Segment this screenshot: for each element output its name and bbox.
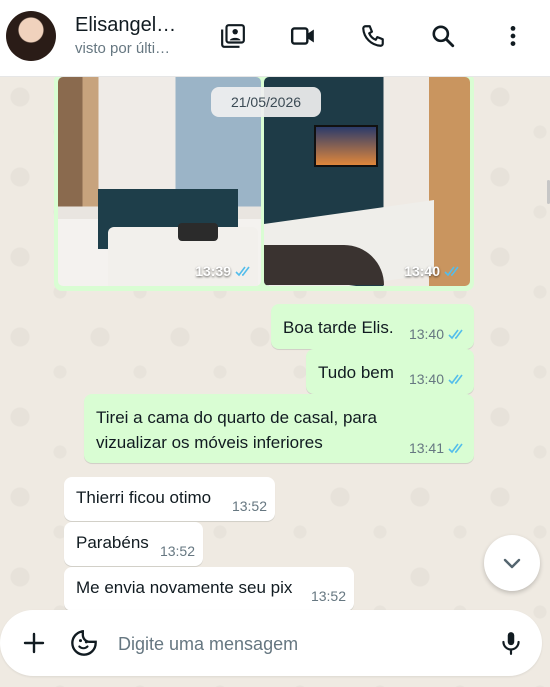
message-composer [0, 610, 542, 676]
message-bubble-incoming[interactable]: Parabéns 13:52 [64, 522, 203, 566]
message-text: Me envia novamente seu pix [76, 578, 293, 597]
message-meta: 13:52 [160, 543, 195, 559]
phone-icon[interactable] [359, 22, 387, 50]
date-separator: 21/05/2026 [211, 87, 321, 117]
message-meta: 13:52 [311, 588, 346, 604]
message-bubble-outgoing[interactable]: Tudo bem 13:40 [306, 349, 474, 394]
message-meta: 13:41 [409, 440, 466, 456]
photo-blanket [264, 245, 384, 285]
chevron-down-icon [503, 558, 521, 569]
message-bubble-outgoing[interactable]: Tirei a cama do quarto de casal, para vi… [84, 394, 474, 463]
photo-album-icon[interactable] [219, 22, 247, 50]
message-text: Boa tarde Elis. [283, 318, 394, 337]
message-time: 13:40 [408, 371, 444, 387]
message-bubble-outgoing[interactable]: Boa tarde Elis. 13:40 [271, 304, 474, 349]
attach-plus-icon[interactable] [20, 629, 48, 657]
read-receipt-icon [448, 329, 463, 340]
message-meta: 13:39 [195, 263, 253, 279]
message-time: 13:39 [195, 263, 231, 279]
message-meta: 13:52 [232, 498, 267, 514]
read-receipt-icon [444, 266, 459, 277]
video-call-icon[interactable] [289, 22, 317, 50]
chat-header: Elisangel… visto por últi… [0, 0, 550, 77]
message-time: 13:40 [404, 263, 440, 279]
message-text: Parabéns [76, 533, 149, 552]
read-receipt-icon [448, 443, 463, 454]
contact-avatar[interactable] [6, 11, 56, 61]
message-time: 13:41 [408, 440, 444, 456]
message-meta: 13:40 [409, 326, 466, 342]
photo-tv [314, 125, 378, 167]
message-time: 13:40 [408, 326, 444, 342]
sticker-icon[interactable] [70, 629, 98, 657]
contact-name[interactable]: Elisangel… [75, 14, 185, 37]
scroll-to-bottom-button[interactable] [484, 535, 540, 591]
message-text-line: Tirei a cama do quarto de casal, para [96, 408, 377, 427]
contact-status: visto por últi… [75, 40, 171, 57]
search-icon[interactable] [429, 22, 457, 50]
photo-pillow [178, 223, 218, 241]
message-bubble-incoming[interactable]: Thierri ficou otimo 13:52 [64, 477, 275, 521]
message-bubble-incoming[interactable]: Me envia novamente seu pix 13:52 [64, 567, 354, 611]
message-time: 13:52 [231, 498, 267, 514]
message-time: 13:52 [310, 588, 346, 604]
message-text: Thierri ficou otimo [76, 488, 212, 507]
message-text-line: vizualizar os móveis inferiores [96, 433, 323, 452]
more-vert-icon[interactable] [499, 22, 527, 50]
message-meta: 13:40 [404, 263, 462, 279]
message-text: Tirei a cama do quarto de casal, para vi… [96, 405, 377, 455]
message-meta: 13:40 [409, 371, 466, 387]
message-time: 13:52 [159, 543, 195, 559]
microphone-icon[interactable] [497, 629, 525, 657]
message-input[interactable] [116, 628, 490, 660]
read-receipt-icon [235, 266, 250, 277]
message-text: Tudo bem [318, 363, 394, 382]
read-receipt-icon [448, 374, 463, 385]
